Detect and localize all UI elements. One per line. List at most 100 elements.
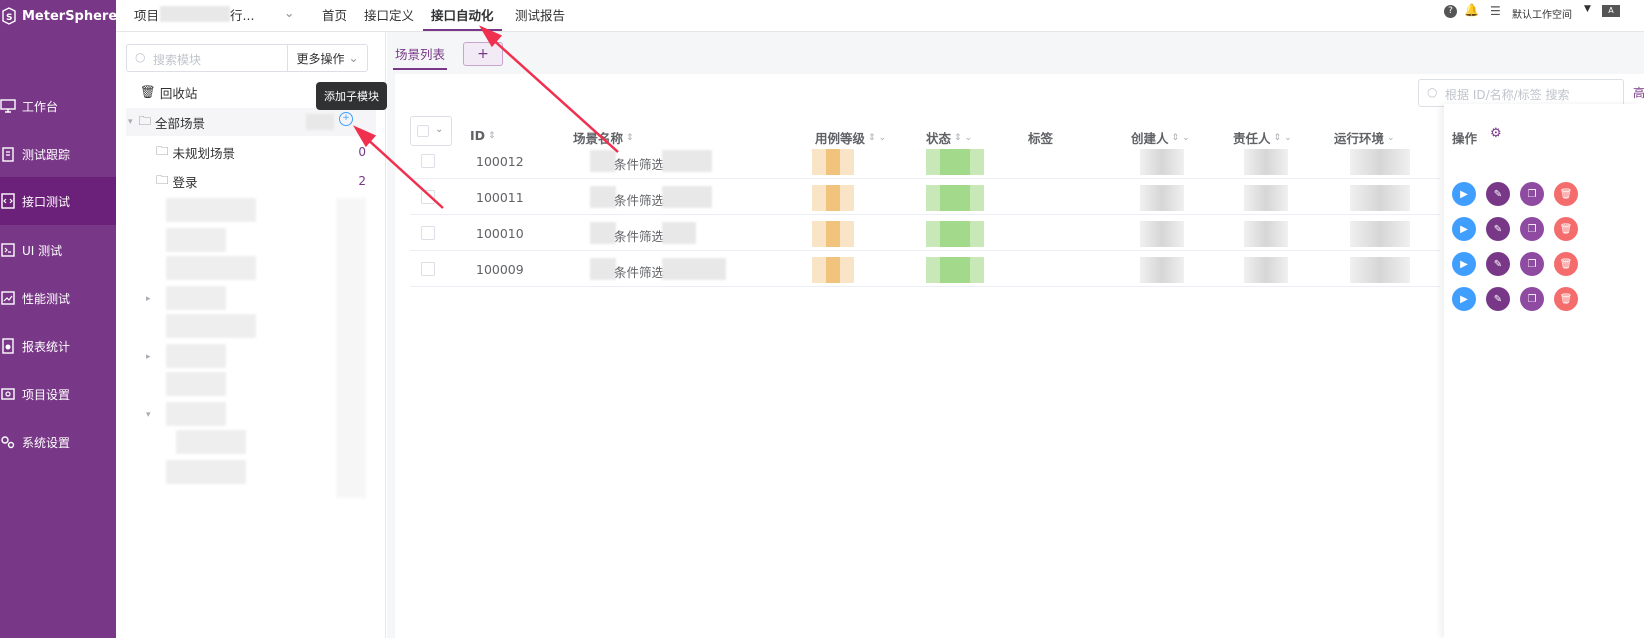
creator-redacted (1140, 221, 1184, 247)
sidebar-item-workbench[interactable]: 工作台 (0, 82, 116, 130)
copy-button[interactable]: ❐ (1520, 287, 1544, 311)
language-icon[interactable]: A (1602, 5, 1620, 17)
filter-icon[interactable]: ⌄ (965, 133, 973, 143)
sidebar-item-system-settings[interactable]: 系统设置 (0, 418, 116, 466)
select-all-dropdown[interactable]: ⌄ (410, 116, 452, 146)
filter-icon[interactable]: ⌄ (1387, 133, 1395, 143)
caret-right-icon[interactable]: ▸ (146, 352, 151, 362)
report-icon (0, 336, 18, 356)
tree-node-count: 2 (358, 174, 366, 188)
table-row[interactable]: 100011 条件筛选 (410, 180, 1440, 215)
chevron-down-icon: ⌄ (348, 51, 359, 65)
creator-redacted (1140, 257, 1184, 283)
run-button[interactable]: ▶ (1452, 287, 1476, 311)
col-id[interactable]: ID ⇕ (470, 128, 496, 143)
col-ops-label: 操作 (1452, 131, 1478, 146)
filter-icon[interactable]: ⌄ (879, 133, 887, 143)
caret-right-icon[interactable]: ▸ (146, 294, 151, 304)
tree-node-redacted (166, 228, 226, 252)
tree-node-label: 登录 (172, 174, 198, 190)
owner-redacted (1244, 149, 1288, 175)
copy-button[interactable]: ❐ (1520, 182, 1544, 206)
workspace-selector[interactable]: 默认工作空间 (1512, 6, 1572, 21)
performance-icon (0, 288, 18, 308)
caret-down-icon[interactable]: ▾ (128, 117, 133, 127)
copy-button[interactable]: ❐ (1520, 252, 1544, 276)
sort-icon[interactable]: ⇕ (954, 133, 962, 143)
recycle-label: 回收站 (159, 85, 198, 101)
tree-node-label: 全部场景 (155, 115, 206, 131)
edit-button[interactable]: ✎ (1486, 217, 1510, 241)
add-submodule-icon[interactable]: + (339, 112, 353, 126)
sort-icon[interactable]: ⇕ (868, 133, 876, 143)
cell-name[interactable]: 条件筛选 (614, 226, 664, 245)
tree-node-all[interactable]: ▾ 🗀 全部场景 + (126, 108, 376, 136)
bell-icon[interactable]: 🔔 (1464, 3, 1479, 17)
sidebar-item-report[interactable]: 报表统计 (0, 322, 116, 370)
filter-icon[interactable]: ⌄ (1284, 133, 1292, 143)
row-checkbox[interactable] (421, 190, 435, 204)
delete-button[interactable]: 🗑 (1554, 217, 1578, 241)
cell-name[interactable]: 条件筛选 (614, 190, 664, 209)
sort-icon[interactable]: ⇕ (626, 133, 634, 143)
caret-down-icon[interactable]: ▼ (1584, 4, 1591, 14)
settings-icon[interactable]: ⚙ (1490, 126, 1502, 141)
status-badge (926, 257, 984, 283)
tab-api-definition[interactable]: 接口定义 (364, 5, 414, 24)
delete-button[interactable]: 🗑 (1554, 252, 1578, 276)
tree-node[interactable]: 🗀 登录 2 (126, 167, 376, 195)
more-ops-button[interactable]: 更多操作 ⌄ (288, 44, 368, 72)
sidebar-item-label: 系统设置 (22, 435, 71, 450)
level-badge (812, 149, 854, 175)
sort-icon[interactable]: ⇕ (1172, 133, 1180, 143)
delete-button[interactable]: 🗑 (1554, 287, 1578, 311)
project-suffix[interactable]: 行... (230, 5, 254, 24)
scenario-search-input[interactable]: ○ 根据 ID/名称/标签 搜索 (1418, 79, 1624, 107)
advanced-search-link[interactable]: 高 (1633, 84, 1644, 101)
env-redacted (1350, 149, 1410, 175)
delete-button[interactable]: 🗑 (1554, 182, 1578, 206)
tab-api-automation[interactable]: 接口自动化 (423, 5, 501, 31)
sort-icon[interactable]: ⇕ (488, 131, 496, 141)
row-checkbox[interactable] (421, 262, 435, 276)
run-button[interactable]: ▶ (1452, 252, 1476, 276)
folder-icon: 🗀 (156, 142, 169, 158)
sidebar-item-ui-test[interactable]: UI 测试 (0, 226, 116, 274)
help-icon[interactable]: ? (1444, 5, 1457, 18)
chevron-down-icon: ⌄ (435, 124, 444, 135)
table-row[interactable]: 100012 条件筛选 (410, 144, 1440, 179)
sidebar-item-test-track[interactable]: 测试跟踪 (0, 130, 116, 178)
edit-button[interactable]: ✎ (1486, 182, 1510, 206)
level-badge (812, 185, 854, 211)
tree-node[interactable]: 🗀 未规划场景 0 (126, 138, 376, 166)
caret-down-icon[interactable]: ▾ (146, 410, 151, 420)
search-placeholder: 根据 ID/名称/标签 搜索 (1445, 88, 1570, 102)
cell-name[interactable]: 条件筛选 (614, 262, 664, 281)
filter-icon[interactable]: ⌄ (1182, 133, 1190, 143)
status-badge (926, 149, 984, 175)
run-button[interactable]: ▶ (1452, 217, 1476, 241)
sidebar-item-performance[interactable]: 性能测试 (0, 274, 116, 322)
svg-text:S: S (6, 13, 12, 23)
module-search-input[interactable]: ○ 搜索模块 (126, 44, 288, 72)
tab-scenario-list[interactable]: 场景列表 (392, 44, 448, 70)
cell-name[interactable]: 条件筛选 (614, 154, 664, 173)
table-row[interactable]: 100010 条件筛选 (410, 216, 1440, 251)
copy-button[interactable]: ❐ (1520, 217, 1544, 241)
tab-test-report[interactable]: 测试报告 (515, 5, 565, 24)
tree-node-count: 0 (358, 145, 366, 159)
chevron-down-icon[interactable]: ⌄ (284, 5, 294, 20)
row-checkbox[interactable] (421, 226, 435, 240)
sidebar-item-api-test[interactable]: 接口测试 (0, 177, 116, 225)
row-checkbox[interactable] (421, 154, 435, 168)
table-row[interactable]: 100009 条件筛选 (410, 252, 1440, 287)
run-button[interactable]: ▶ (1452, 182, 1476, 206)
tab-home[interactable]: 首页 (322, 5, 347, 24)
sidebar-item-project-settings[interactable]: 项目设置 (0, 370, 116, 418)
select-all-checkbox[interactable] (417, 125, 429, 137)
add-tab-button[interactable]: + (463, 42, 503, 66)
name-redacted (662, 186, 712, 208)
sort-icon[interactable]: ⇕ (1274, 133, 1282, 143)
edit-button[interactable]: ✎ (1486, 287, 1510, 311)
edit-button[interactable]: ✎ (1486, 252, 1510, 276)
